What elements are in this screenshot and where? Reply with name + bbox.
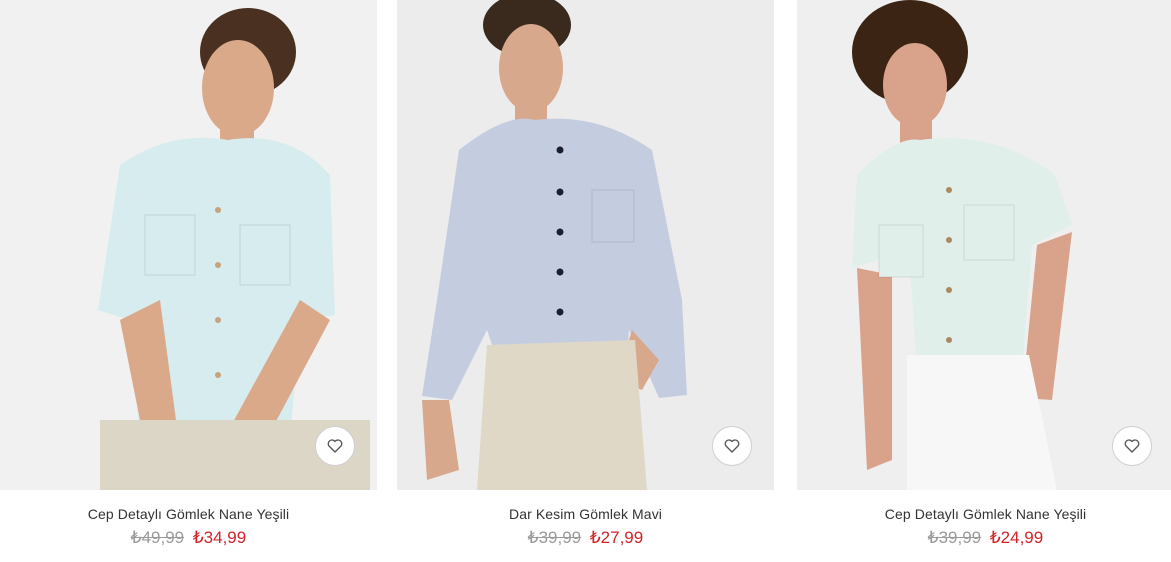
old-price: ₺39,99 — [927, 528, 982, 547]
current-price: ₺27,99 — [589, 528, 644, 547]
product-prices: ₺49,99 ₺34,99 — [0, 528, 377, 548]
model-photo — [797, 0, 1171, 490]
product-title[interactable]: Cep Detaylı Gömlek Nane Yeşili — [797, 506, 1171, 522]
favorite-button[interactable] — [1112, 426, 1152, 466]
favorite-button[interactable] — [315, 426, 355, 466]
product-image[interactable] — [0, 0, 377, 490]
current-price: ₺34,99 — [192, 528, 247, 547]
product-image[interactable] — [797, 0, 1171, 490]
product-card[interactable]: Cep Detaylı Gömlek Nane Yeşili ₺49,99 ₺3… — [0, 0, 377, 562]
product-prices: ₺39,99 ₺24,99 — [797, 528, 1171, 548]
heart-icon — [327, 439, 343, 453]
heart-icon — [724, 439, 740, 453]
product-card[interactable]: Cep Detaylı Gömlek Nane Yeşili ₺39,99 ₺2… — [797, 0, 1171, 562]
heart-icon — [1124, 439, 1140, 453]
product-card[interactable]: Dar Kesim Gömlek Mavi ₺39,99 ₺27,99 — [397, 0, 774, 562]
product-title[interactable]: Dar Kesim Gömlek Mavi — [397, 506, 774, 522]
product-image[interactable] — [397, 0, 774, 490]
current-price: ₺24,99 — [989, 528, 1044, 547]
old-price: ₺49,99 — [130, 528, 185, 547]
product-prices: ₺39,99 ₺27,99 — [397, 528, 774, 548]
product-title[interactable]: Cep Detaylı Gömlek Nane Yeşili — [0, 506, 377, 522]
favorite-button[interactable] — [712, 426, 752, 466]
model-photo — [0, 0, 377, 490]
product-grid: Cep Detaylı Gömlek Nane Yeşili ₺49,99 ₺3… — [0, 0, 1171, 562]
old-price: ₺39,99 — [527, 528, 582, 547]
model-photo — [397, 0, 774, 490]
